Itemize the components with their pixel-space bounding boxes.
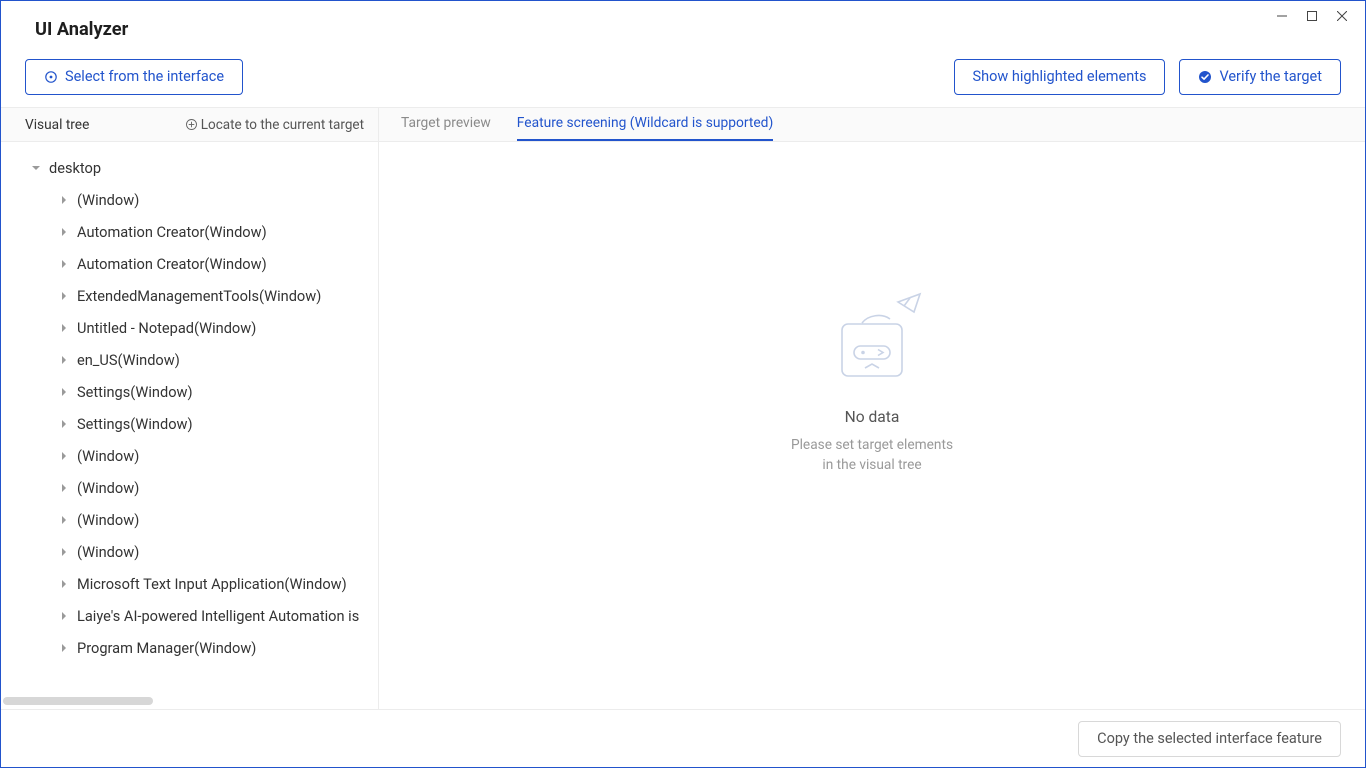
select-from-interface-button[interactable]: Select from the interface: [25, 59, 243, 95]
tree-node-label: Untitled - Notepad(Window): [77, 319, 256, 337]
panes: Visual tree Locate to the current target…: [1, 107, 1365, 709]
chevron-right-icon[interactable]: [57, 644, 71, 652]
tree-node-label: Settings(Window): [77, 383, 193, 401]
minimize-button[interactable]: [1267, 1, 1297, 31]
locate-to-target-label: Locate to the current target: [201, 117, 364, 133]
tree-node-desktop[interactable]: desktop: [1, 152, 378, 184]
empty-illustration-icon: [812, 290, 932, 390]
chevron-right-icon[interactable]: [57, 388, 71, 396]
tree-node-label: Settings(Window): [77, 415, 193, 433]
copy-interface-feature-button[interactable]: Copy the selected interface feature: [1078, 721, 1341, 757]
title-area: UI Analyzer: [1, 1, 128, 40]
locate-to-target-button[interactable]: Locate to the current target: [185, 117, 364, 133]
tree-node[interactable]: Settings(Window): [1, 408, 378, 440]
show-highlighted-label: Show highlighted elements: [973, 60, 1147, 94]
empty-state: No data Please set target elements in th…: [379, 142, 1365, 709]
chevron-right-icon[interactable]: [57, 452, 71, 460]
chevron-right-icon[interactable]: [57, 260, 71, 268]
chevron-right-icon[interactable]: [57, 324, 71, 332]
copy-interface-feature-label: Copy the selected interface feature: [1097, 722, 1322, 756]
chevron-right-icon[interactable]: [57, 516, 71, 524]
tree-node[interactable]: Settings(Window): [1, 376, 378, 408]
tree-node[interactable]: Microsoft Text Input Application(Window): [1, 568, 378, 600]
toolbar: Select from the interface Show highlight…: [1, 51, 1365, 107]
window-root: UI Analyzer Select from the interface Sh…: [0, 0, 1366, 768]
check-circle-icon: [1198, 70, 1212, 84]
chevron-right-icon[interactable]: [57, 484, 71, 492]
verify-target-label: Verify the target: [1219, 60, 1322, 94]
tree-node[interactable]: Untitled - Notepad(Window): [1, 312, 378, 344]
select-from-interface-label: Select from the interface: [65, 60, 224, 94]
tree-node-label: Automation Creator(Window): [77, 255, 267, 273]
tree-node[interactable]: (Window): [1, 504, 378, 536]
tab-target-preview[interactable]: Target preview: [401, 115, 491, 141]
tree-node[interactable]: Program Manager(Window): [1, 632, 378, 664]
minimize-icon: [1277, 11, 1287, 21]
tree-node-label: desktop: [49, 159, 101, 177]
maximize-button[interactable]: [1297, 1, 1327, 31]
chevron-right-icon[interactable]: [57, 196, 71, 204]
tree-node[interactable]: ExtendedManagementTools(Window): [1, 280, 378, 312]
tab-feature-screening[interactable]: Feature screening (Wildcard is supported…: [517, 115, 773, 141]
visual-tree-header: Visual tree Locate to the current target: [1, 108, 378, 142]
toolbar-right: Show highlighted elements Verify the tar…: [954, 59, 1342, 95]
tree-node-label: Automation Creator(Window): [77, 223, 267, 241]
locate-icon: [185, 118, 198, 131]
tree-node-label: Microsoft Text Input Application(Window): [77, 575, 347, 593]
tree-wrap: desktop (Window) Automation Creator(Window…: [1, 142, 378, 709]
tree-node[interactable]: en_US(Window): [1, 344, 378, 376]
tree-node-label: (Window): [77, 543, 139, 561]
chevron-right-icon[interactable]: [57, 612, 71, 620]
tree-node-label: (Window): [77, 479, 139, 497]
empty-subtitle: Please set target elements in the visual…: [791, 436, 953, 476]
tree-node-label: Program Manager(Window): [77, 639, 256, 657]
tree-node[interactable]: (Window): [1, 184, 378, 216]
visual-tree-title: Visual tree: [25, 117, 89, 133]
chevron-right-icon[interactable]: [57, 292, 71, 300]
horizontal-scrollbar[interactable]: [3, 697, 153, 705]
footer: Copy the selected interface feature: [1, 709, 1365, 767]
tree-node[interactable]: (Window): [1, 472, 378, 504]
chevron-right-icon[interactable]: [57, 228, 71, 236]
chevron-right-icon[interactable]: [57, 356, 71, 364]
tree-node-label: ExtendedManagementTools(Window): [77, 287, 321, 305]
chevron-right-icon[interactable]: [57, 548, 71, 556]
crosshair-icon: [44, 70, 58, 84]
chevron-right-icon[interactable]: [57, 420, 71, 428]
tree-node-label: (Window): [77, 511, 139, 529]
chevron-down-icon[interactable]: [29, 164, 43, 172]
tree-node[interactable]: (Window): [1, 440, 378, 472]
tabs: Target preview Feature screening (Wildca…: [379, 108, 1365, 142]
tree-node-label: Laiye's AI-powered Intelligent Automatio…: [77, 607, 359, 625]
close-icon: [1337, 11, 1347, 21]
close-button[interactable]: [1327, 1, 1357, 31]
window-controls: [1267, 1, 1365, 31]
tree-node-label: en_US(Window): [77, 351, 180, 369]
titlebar: UI Analyzer: [1, 1, 1365, 41]
tree-node-label: (Window): [77, 447, 139, 465]
tree-node[interactable]: (Window): [1, 536, 378, 568]
visual-tree[interactable]: desktop (Window) Automation Creator(Window…: [1, 152, 378, 664]
app-title: UI Analyzer: [35, 19, 128, 40]
empty-title: No data: [845, 408, 900, 426]
tree-node[interactable]: Laiye's AI-powered Intelligent Automatio…: [1, 600, 378, 632]
show-highlighted-button[interactable]: Show highlighted elements: [954, 59, 1166, 95]
tree-node[interactable]: Automation Creator(Window): [1, 248, 378, 280]
detail-pane: Target preview Feature screening (Wildca…: [379, 108, 1365, 709]
visual-tree-pane: Visual tree Locate to the current target…: [1, 108, 379, 709]
tree-node[interactable]: Automation Creator(Window): [1, 216, 378, 248]
maximize-icon: [1307, 11, 1317, 21]
verify-target-button[interactable]: Verify the target: [1179, 59, 1341, 95]
chevron-right-icon[interactable]: [57, 580, 71, 588]
tree-node-label: (Window): [77, 191, 139, 209]
